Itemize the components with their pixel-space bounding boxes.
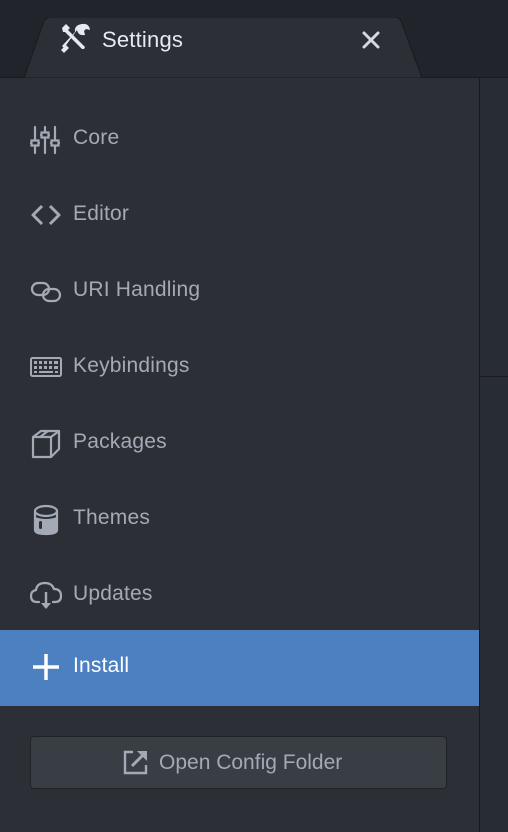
- sidebar-item-uri-handling[interactable]: URI Handling: [0, 254, 479, 330]
- sidebar-item-editor[interactable]: Editor: [0, 178, 479, 254]
- sidebar-item-label: Editor: [73, 202, 130, 225]
- settings-content-panel: [480, 78, 508, 832]
- paintcan-icon: [30, 504, 62, 536]
- tab-settings[interactable]: Settings: [24, 17, 422, 78]
- sidebar-item-label: Updates: [73, 582, 153, 605]
- open-config-folder-button[interactable]: Open Config Folder: [30, 736, 447, 789]
- tab-title: Settings: [102, 27, 184, 52]
- sidebar-item-updates[interactable]: Updates: [0, 558, 479, 634]
- sidebar-item-label: Keybindings: [73, 354, 190, 377]
- sidebar-item-core[interactable]: Core: [0, 102, 479, 178]
- tools-icon: [58, 21, 94, 57]
- keyboard-icon: [30, 352, 62, 384]
- sidebar-item-label: Themes: [73, 506, 151, 529]
- settings-sidebar: Core Editor URI Handling Keybindings Pac…: [0, 78, 480, 832]
- panel-divider: [480, 376, 508, 377]
- sidebar-item-label: Packages: [73, 430, 167, 453]
- sidebar-item-label: Install: [73, 654, 130, 677]
- code-icon: [30, 200, 62, 232]
- sliders-icon: [29, 124, 62, 156]
- package-icon: [30, 428, 62, 460]
- link-icon: [30, 276, 62, 308]
- sidebar-item-label: URI Handling: [73, 278, 201, 301]
- close-icon[interactable]: [360, 29, 382, 51]
- sidebar-item-install[interactable]: Install: [0, 630, 479, 706]
- tab-bar: Settings: [0, 0, 508, 78]
- settings-window: Settings Core Editor URI Handling Keybin…: [0, 0, 508, 832]
- link-external-icon: [123, 749, 149, 775]
- sidebar-item-keybindings[interactable]: Keybindings: [0, 330, 479, 406]
- plus-icon: [30, 652, 62, 684]
- settings-body: Core Editor URI Handling Keybindings Pac…: [0, 78, 508, 832]
- sidebar-item-themes[interactable]: Themes: [0, 482, 479, 558]
- cloud-download-icon: [29, 580, 63, 612]
- sidebar-item-label: Core: [73, 126, 120, 149]
- open-config-folder-label: Open Config Folder: [159, 751, 343, 774]
- sidebar-item-packages[interactable]: Packages: [0, 406, 479, 482]
